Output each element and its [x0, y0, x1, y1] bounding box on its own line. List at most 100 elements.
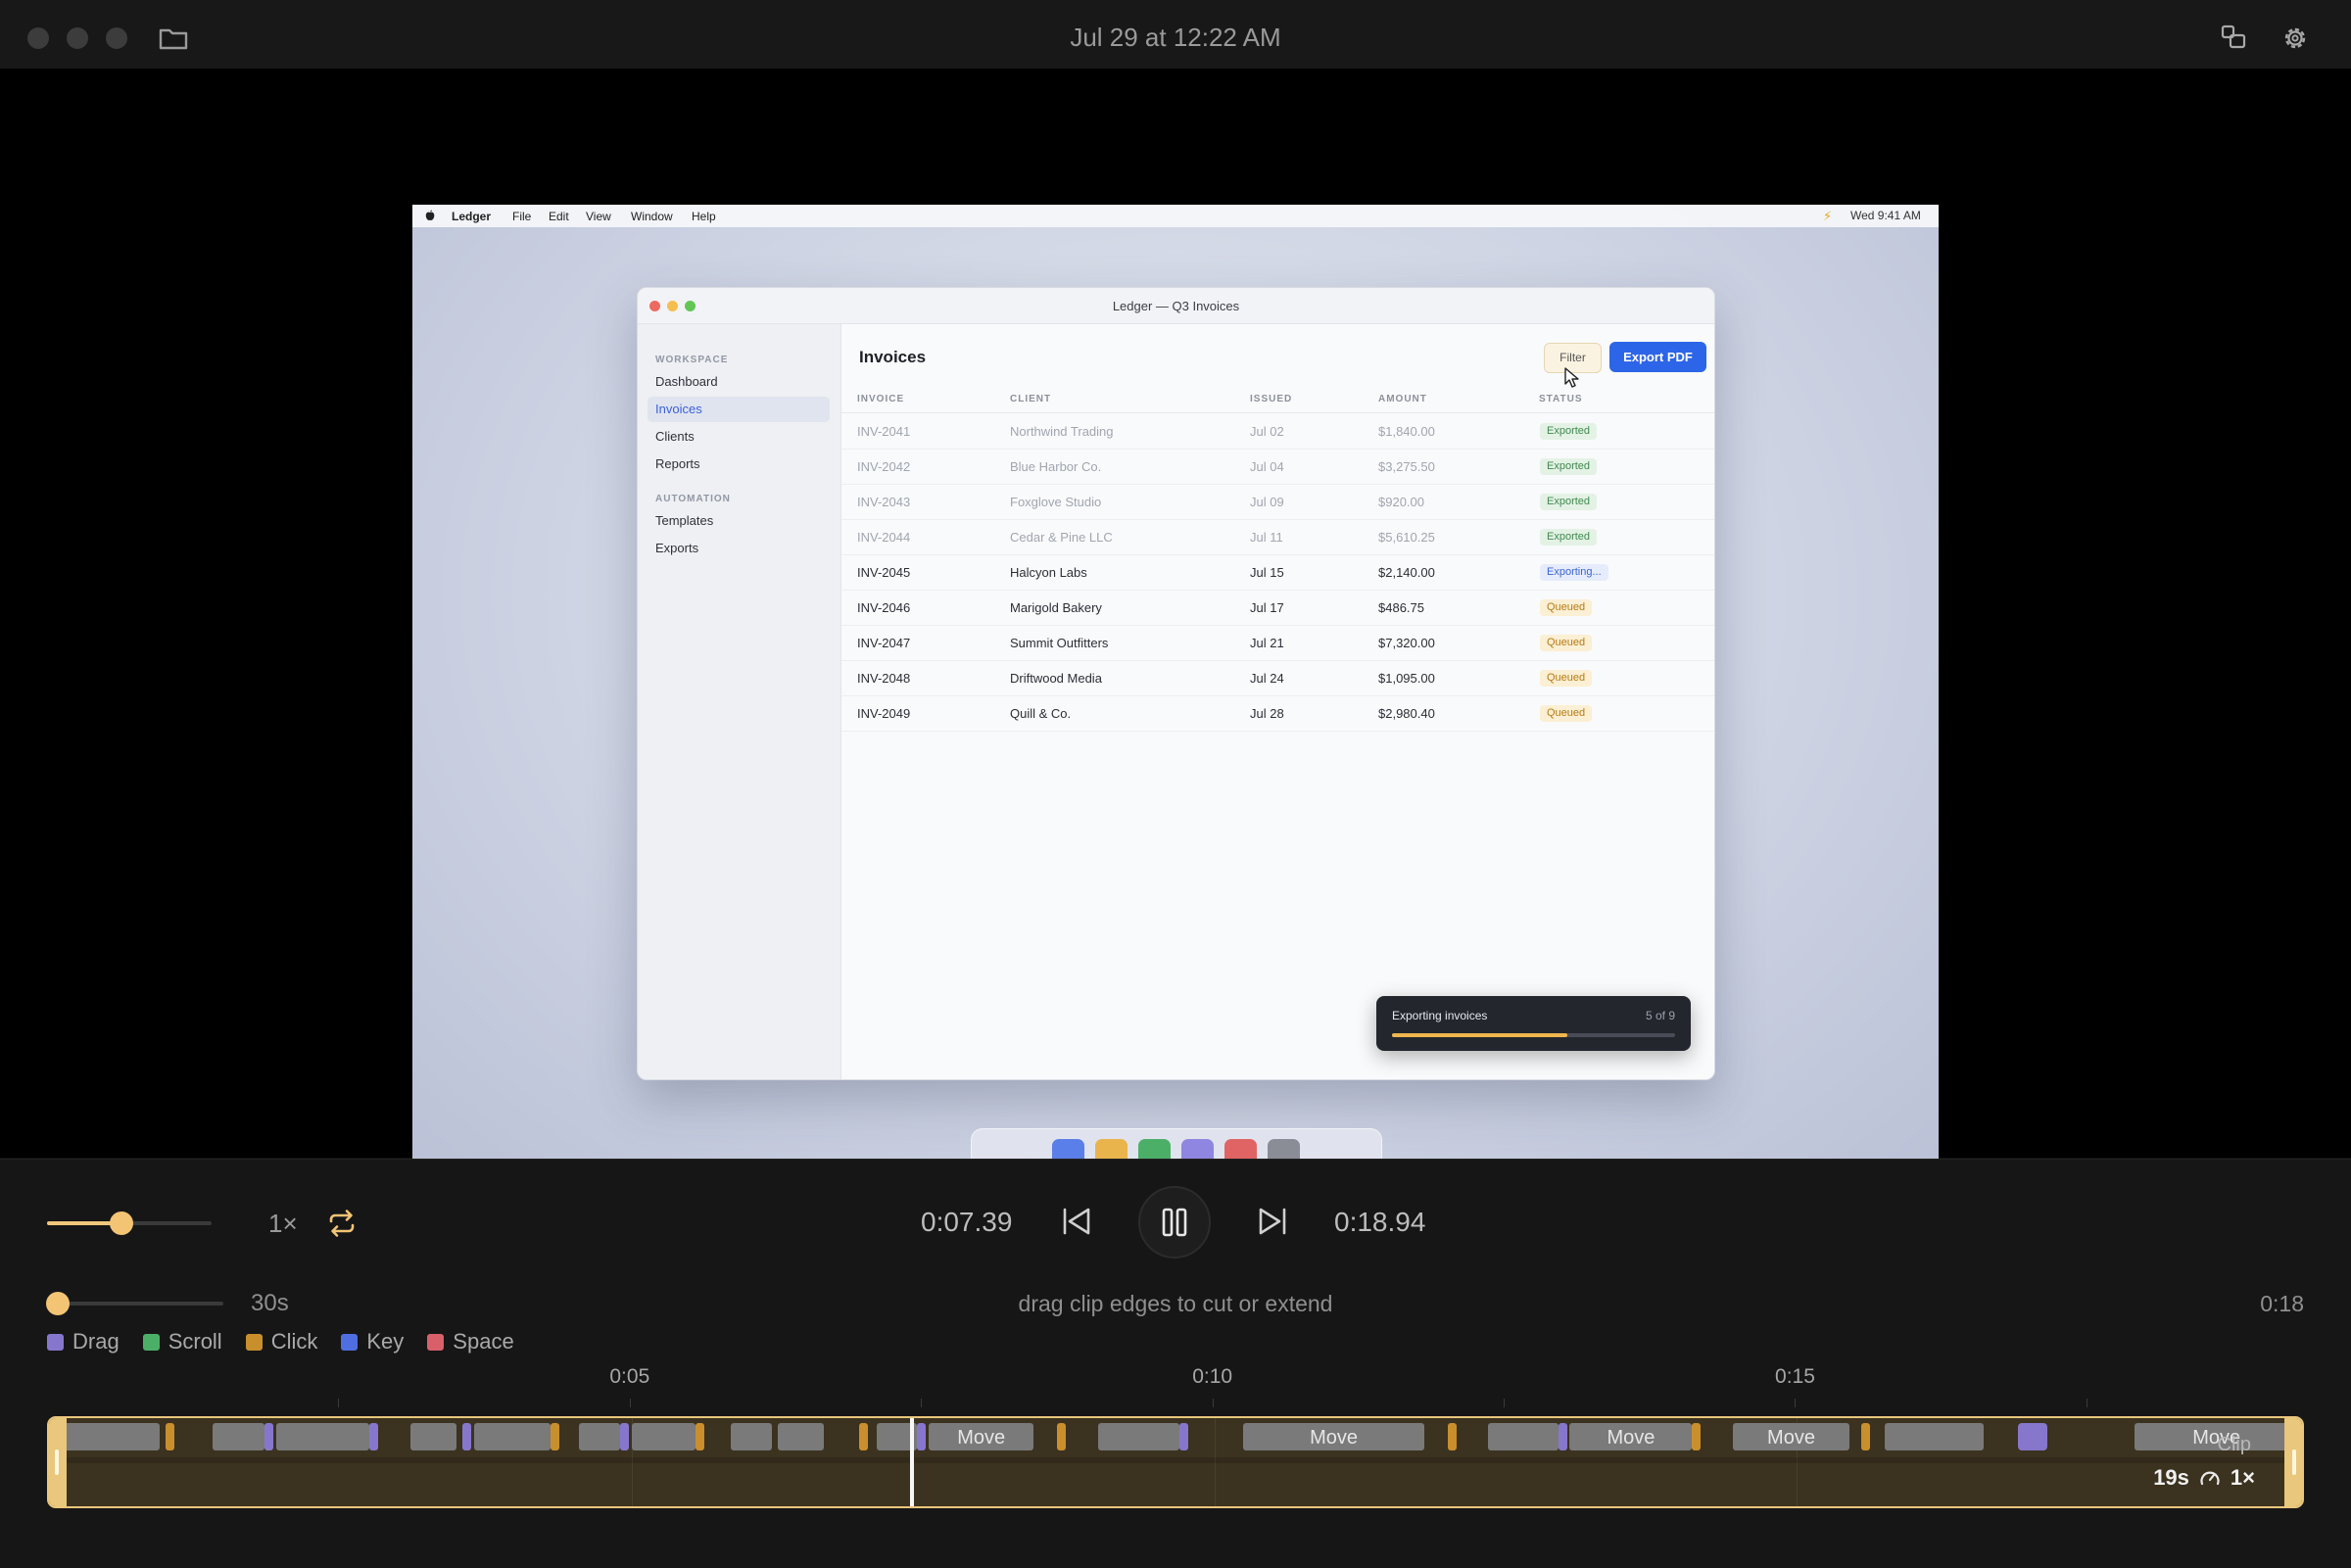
total-time: 0:18.94: [1334, 1207, 1426, 1237]
cell-invoice: INV-2048: [857, 671, 911, 686]
cell-issued: Jul 28: [1250, 706, 1284, 721]
timeline-event-drag[interactable]: [2018, 1423, 2048, 1450]
timeline-event-click[interactable]: [1057, 1423, 1067, 1450]
ruler-tick: [1212, 1399, 1214, 1407]
volume-slider[interactable]: [47, 1212, 212, 1235]
timeline-event-move[interactable]: [212, 1423, 265, 1450]
menu-window[interactable]: Window: [631, 210, 673, 223]
timeline-event-click[interactable]: [858, 1423, 868, 1450]
table-row[interactable]: INV-2049 Quill & Co. Jul 28 $2,980.40 Queued: [841, 695, 1714, 732]
sidebar-item-dashboard[interactable]: Dashboard: [648, 369, 830, 395]
speed-gauge-icon: [2200, 1471, 2220, 1486]
pause-icon: [1162, 1208, 1187, 1237]
playback-speed-button[interactable]: 1×: [268, 1209, 298, 1239]
timeline-event-drag[interactable]: [619, 1423, 629, 1450]
bolt-icon: ⚡: [1823, 209, 1833, 223]
column-header-amount: AMOUNT: [1378, 394, 1427, 404]
playback-controls: 1× 0:07.39 0:18.94 30s drag clip edges t…: [0, 1159, 2351, 1568]
timeline-event-move[interactable]: Move: [1569, 1423, 1693, 1450]
loop-icon[interactable]: [325, 1207, 359, 1240]
timeline-event-click[interactable]: [1692, 1423, 1702, 1450]
clip-start-handle[interactable]: [49, 1418, 67, 1506]
timeline-event-move[interactable]: [730, 1423, 772, 1450]
menu-edit[interactable]: Edit: [549, 210, 569, 223]
timeline-event-move[interactable]: [60, 1423, 160, 1450]
timeline-event-move[interactable]: [631, 1423, 696, 1450]
table-row[interactable]: INV-2044 Cedar & Pine LLC Jul 11 $5,610.25 E…: [841, 519, 1714, 555]
skip-back-icon[interactable]: [1060, 1205, 1093, 1238]
menu-view[interactable]: View: [586, 210, 611, 223]
menu-file[interactable]: File: [512, 210, 531, 223]
clip-duration: 0:18: [2260, 1291, 2304, 1316]
table-row[interactable]: INV-2047 Summit Outfitters Jul 21 $7,320.00…: [841, 625, 1714, 661]
cell-invoice: INV-2047: [857, 636, 911, 650]
table-row[interactable]: INV-2043 Foxglove Studio Jul 09 $920.00 Expo…: [841, 484, 1714, 520]
cell-client: Halcyon Labs: [1010, 565, 1087, 580]
volume-slider-knob[interactable]: [109, 1212, 133, 1235]
app-title-bar: Ledger — Q3 Invoices: [638, 288, 1714, 324]
menu-app-name[interactable]: Ledger: [452, 210, 491, 223]
skip-forward-icon[interactable]: [1256, 1205, 1289, 1238]
table-row[interactable]: INV-2046 Marigold Bakery Jul 17 $486.75 Queu…: [841, 590, 1714, 626]
timeline-event-drag[interactable]: [917, 1423, 927, 1450]
timeline-event-move[interactable]: [275, 1423, 370, 1450]
sidebar-item-exports[interactable]: Exports: [648, 536, 830, 561]
status-badge: Exported: [1540, 423, 1598, 440]
timeline-event-move[interactable]: Move: [1243, 1423, 1424, 1450]
timeline-event-drag[interactable]: [462, 1423, 472, 1450]
export-pdf-button[interactable]: Export PDF: [1609, 342, 1706, 372]
table-row[interactable]: INV-2041 Northwind Trading Jul 02 $1,840.00…: [841, 413, 1714, 450]
recording-frame[interactable]: Ledger File Edit View Window Help ⚡ Wed …: [412, 205, 1939, 1181]
timeline-event-move[interactable]: [579, 1423, 620, 1450]
status-badge: Queued: [1540, 705, 1593, 722]
cell-client: Cedar & Pine LLC: [1010, 530, 1113, 545]
clip-length: 19s: [2153, 1465, 2189, 1490]
legend-swatch: [427, 1333, 445, 1351]
cell-invoice: INV-2043: [857, 495, 911, 509]
table-row[interactable]: INV-2048 Driftwood Media Jul 24 $1,095.00 Qu…: [841, 660, 1714, 696]
timeline-event-move[interactable]: [409, 1423, 457, 1450]
cell-client: Northwind Trading: [1010, 424, 1114, 439]
cell-client: Driftwood Media: [1010, 671, 1102, 686]
cell-amount: $1,840.00: [1378, 424, 1435, 439]
timeline-event-click[interactable]: [696, 1423, 705, 1450]
legend-swatch: [47, 1333, 64, 1351]
timeline-event-drag[interactable]: [1558, 1423, 1567, 1450]
timeline-track[interactable]: Move Move Move Move Move Clip 19s 1×: [47, 1416, 2304, 1508]
timeline-event-click[interactable]: [550, 1423, 559, 1450]
timeline-event-drag[interactable]: [369, 1423, 379, 1450]
cell-invoice: INV-2049: [857, 706, 911, 721]
gear-icon[interactable]: [2280, 24, 2310, 53]
sidebar-item-clients[interactable]: Clients: [648, 424, 830, 450]
status-badge: Queued: [1540, 599, 1593, 616]
timeline-event-drag[interactable]: [1178, 1423, 1188, 1450]
timeline-event-move[interactable]: [1884, 1423, 1984, 1450]
timeline-event-click[interactable]: [165, 1423, 174, 1450]
cell-amount: $486.75: [1378, 600, 1424, 615]
timeline-event-move[interactable]: [1097, 1423, 1179, 1450]
apple-icon: [425, 210, 435, 220]
timeline-event-move[interactable]: [777, 1423, 825, 1450]
timeline-event-move[interactable]: Move: [929, 1423, 1034, 1450]
timeline-event-label: Move: [1767, 1427, 1815, 1449]
cell-issued: Jul 11: [1250, 530, 1283, 545]
timeline-event-drag[interactable]: [264, 1423, 274, 1450]
menu-help[interactable]: Help: [692, 210, 716, 223]
app-sidebar: WORKSPACE Dashboard Invoices Clients Rep…: [638, 324, 841, 1079]
split-view-icon[interactable]: [2220, 24, 2247, 51]
sidebar-item-reports[interactable]: Reports: [648, 451, 830, 477]
column-header-invoice: INVOICE: [857, 394, 905, 404]
sidebar-item-templates[interactable]: Templates: [648, 508, 830, 534]
pause-button[interactable]: [1138, 1186, 1211, 1259]
timeline-event-move[interactable]: [1488, 1423, 1559, 1450]
table-row[interactable]: INV-2042 Blue Harbor Co. Jul 04 $3,275.50 Ex…: [841, 449, 1714, 485]
timeline-event-click[interactable]: [1860, 1423, 1870, 1450]
timeline-event-click[interactable]: [1447, 1423, 1457, 1450]
cell-issued: Jul 04: [1250, 459, 1284, 474]
timeline-event-move[interactable]: [474, 1423, 551, 1450]
playhead[interactable]: [910, 1418, 915, 1506]
clip-end-handle[interactable]: [2284, 1418, 2302, 1506]
timeline-event-move[interactable]: Move: [1733, 1423, 1849, 1450]
table-row[interactable]: INV-2045 Halcyon Labs Jul 15 $2,140.00 Expor…: [841, 554, 1714, 591]
sidebar-item-invoices[interactable]: Invoices: [648, 397, 830, 422]
